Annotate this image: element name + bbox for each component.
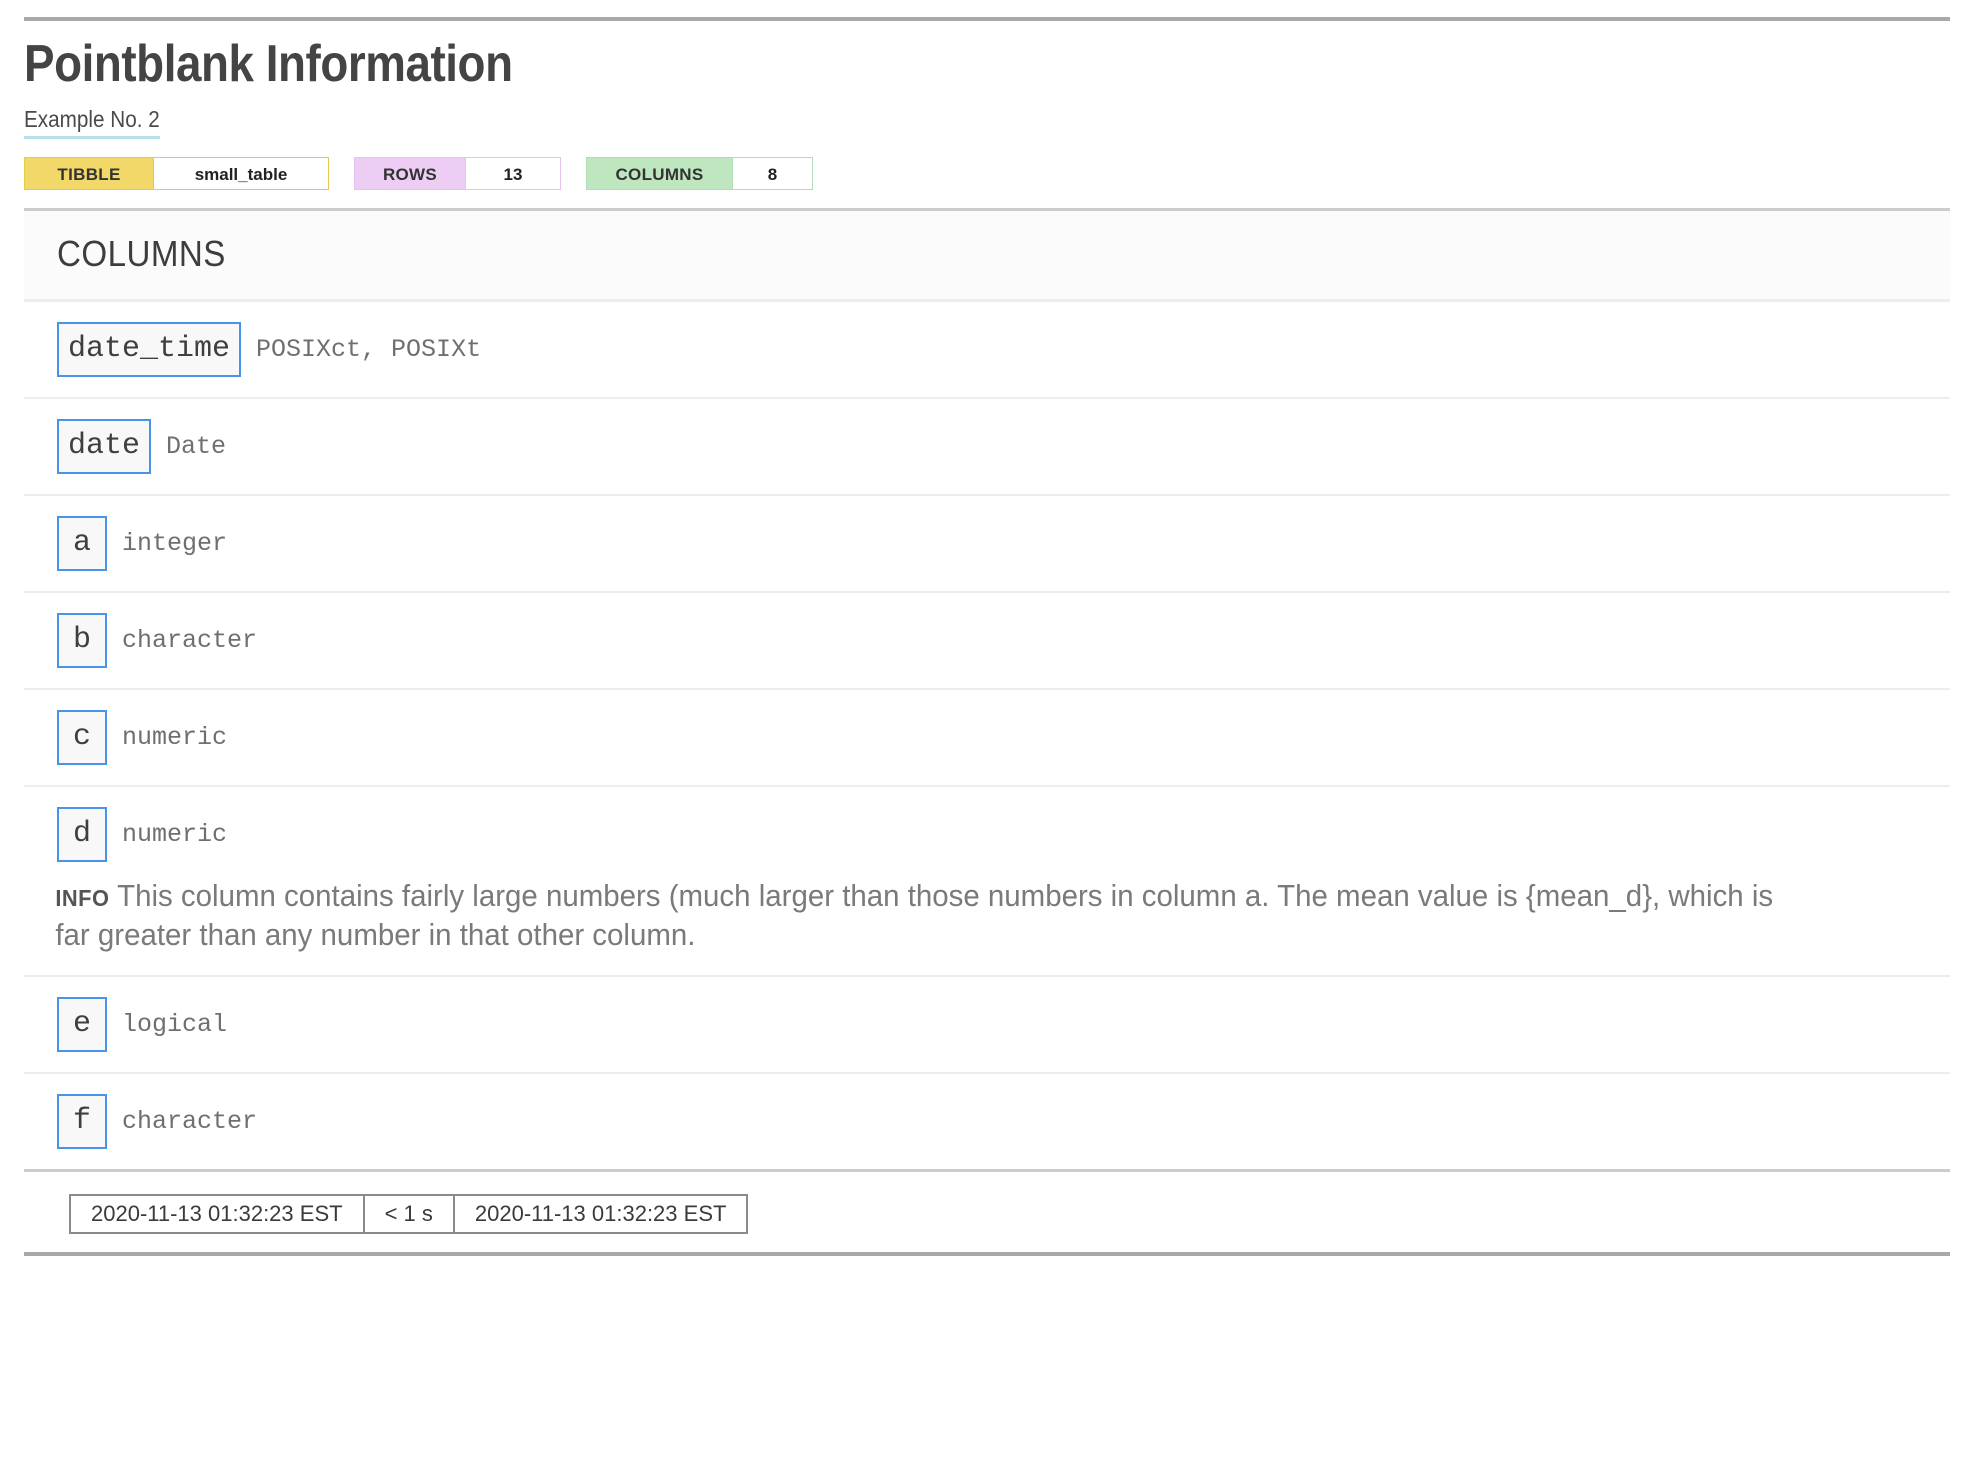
badge-columns: COLUMNS 8 <box>586 156 813 190</box>
column-name-box: a <box>57 515 108 571</box>
summary-badges: TIBBLE small_table ROWS 13 COLUMNS 8 <box>24 156 1950 190</box>
column-name-box: b <box>57 612 108 668</box>
columns-list: date_time POSIXct, POSIXt date Date a in… <box>24 302 1950 1169</box>
column-name-box: f <box>57 1093 108 1149</box>
column-type-label: character <box>122 625 258 655</box>
footer-end-time: 2020-11-13 01:32:23 EST <box>452 1195 747 1232</box>
column-type-label: character <box>122 1106 258 1136</box>
footer-duration: < 1 s <box>362 1195 453 1232</box>
timing-stamp: 2020-11-13 01:32:23 EST < 1 s 2020-11-13… <box>69 1193 749 1234</box>
column-head: d numeric <box>24 806 1950 862</box>
column-row: date Date <box>24 399 1950 496</box>
column-head: date Date <box>24 418 1950 474</box>
badge-tibble: TIBBLE small_table <box>24 156 329 190</box>
column-info-text: INFO This column contains fairly large n… <box>24 876 1854 955</box>
badge-rows: ROWS 13 <box>354 156 561 190</box>
column-head: b character <box>24 612 1950 668</box>
column-name-box: date <box>57 418 152 474</box>
report-footer: 2020-11-13 01:32:23 EST < 1 s 2020-11-13… <box>24 1168 1950 1234</box>
section-heading: COLUMNS <box>57 232 226 274</box>
page-title: Pointblank Information <box>24 35 513 93</box>
report-subtitle: Example No. 2 <box>24 106 160 139</box>
badge-columns-label: COLUMNS <box>587 157 732 189</box>
report-subtitle-wrap: Example No. 2 <box>24 106 1950 139</box>
column-type-label: POSIXct, POSIXt <box>256 334 482 364</box>
column-row: f character <box>24 1074 1950 1169</box>
column-head: c numeric <box>24 709 1950 765</box>
badge-rows-value: 13 <box>465 157 560 189</box>
column-row: c numeric <box>24 690 1950 787</box>
column-type-label: Date <box>166 431 227 461</box>
bottom-rule <box>24 1251 1950 1256</box>
column-head: f character <box>24 1093 1950 1149</box>
column-row: date_time POSIXct, POSIXt <box>24 302 1950 399</box>
column-row: d numeric INFO This column contains fair… <box>24 787 1950 977</box>
column-name-box: e <box>57 996 108 1052</box>
column-head: date_time POSIXct, POSIXt <box>24 321 1950 377</box>
column-head: e logical <box>24 996 1950 1052</box>
column-type-label: numeric <box>122 722 228 752</box>
column-type-label: logical <box>122 1009 228 1039</box>
report-header: Pointblank Information Example No. 2 TIB… <box>24 21 1950 190</box>
column-row: a integer <box>24 496 1950 593</box>
column-name-box: d <box>57 806 108 862</box>
badge-tibble-label: TIBBLE <box>25 157 153 189</box>
column-type-label: numeric <box>122 819 228 849</box>
column-name-box: c <box>57 709 108 765</box>
pointblank-information-report: Pointblank Information Example No. 2 TIB… <box>0 17 1974 1467</box>
badge-rows-label: ROWS <box>355 157 465 189</box>
column-type-label: integer <box>122 528 228 558</box>
columns-section-header: COLUMNS <box>24 207 1950 302</box>
badge-tibble-value: small_table <box>153 157 328 189</box>
info-tag-label: INFO <box>55 884 110 911</box>
column-name-box: date_time <box>57 321 242 377</box>
column-head: a integer <box>24 515 1950 571</box>
column-row: b character <box>24 593 1950 690</box>
badge-columns-value: 8 <box>732 157 812 189</box>
column-row: e logical <box>24 977 1950 1074</box>
info-body-text: This column contains fairly large number… <box>55 877 1774 953</box>
footer-start-time: 2020-11-13 01:32:23 EST <box>91 1200 343 1226</box>
